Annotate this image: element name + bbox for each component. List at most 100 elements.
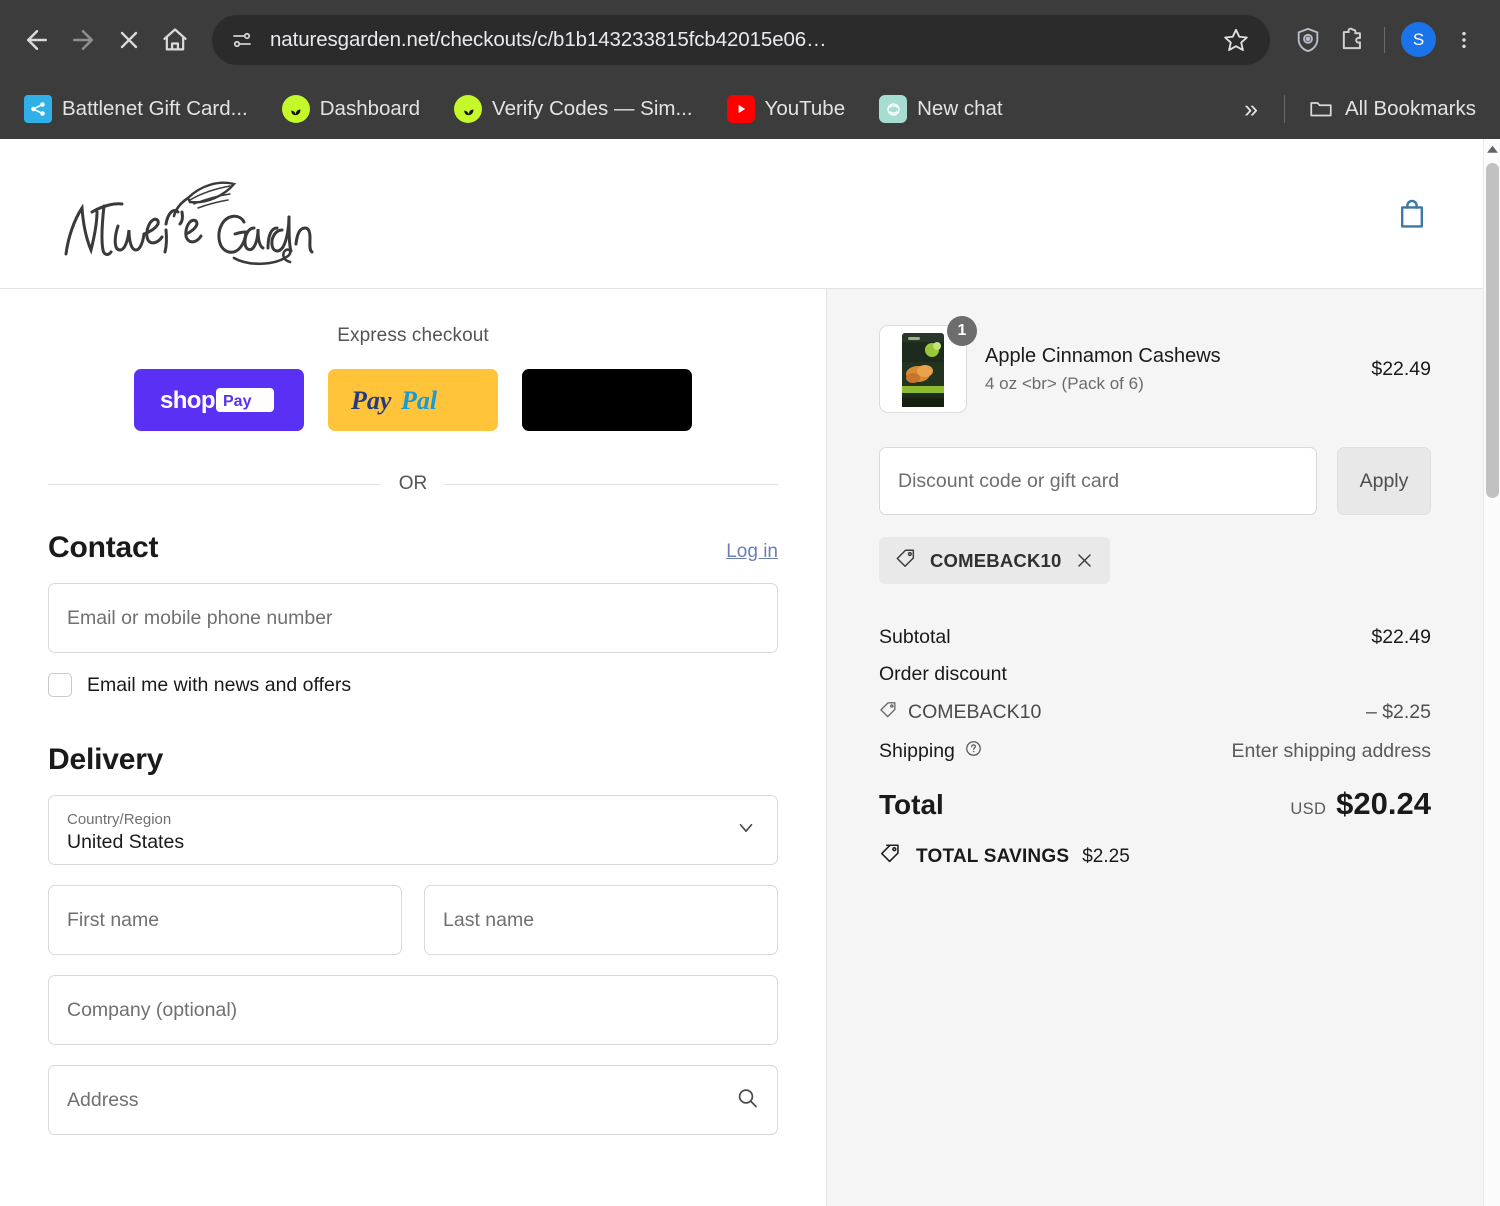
bookmark-button[interactable] (1216, 20, 1256, 60)
home-button[interactable] (152, 17, 198, 63)
total-savings-label: TOTAL SAVINGS (916, 845, 1070, 867)
star-outline-icon (1224, 28, 1248, 51)
url-text[interactable]: naturesgarden.net/checkouts/c/b1b1432338… (270, 28, 1216, 52)
company-placeholder: Company (optional) (67, 998, 238, 1021)
svg-text:Pay: Pay (350, 386, 392, 415)
play-triangle-icon (738, 104, 745, 114)
site-settings-button[interactable] (222, 20, 262, 60)
contact-title: Contact (48, 531, 159, 564)
country-region-label: Country/Region (67, 811, 172, 829)
sprout-icon (463, 109, 473, 115)
shield-extension-button[interactable] (1286, 18, 1330, 62)
cart-button[interactable] (1389, 191, 1435, 237)
line-item-variant: 4 oz <br> (Pack of 6) (985, 373, 1144, 393)
email-field[interactable]: Email or mobile phone number (48, 583, 778, 653)
remove-discount-button[interactable] (1075, 551, 1094, 570)
quantity-badge: 1 (947, 316, 977, 346)
line-item-info: Apple Cinnamon Cashews 4 oz <br> (Pack o… (985, 345, 1353, 394)
extensions-button[interactable] (1330, 18, 1374, 62)
newsletter-label: Email me with news and offers (87, 673, 352, 696)
total-value-wrap: USD $20.24 (1290, 786, 1431, 822)
profile-avatar[interactable]: S (1401, 22, 1436, 57)
double-tag-icon (879, 842, 903, 871)
shipping-label-wrap: Shipping (879, 739, 983, 764)
newsletter-checkbox[interactable] (48, 673, 72, 697)
order-discount-label: Order discount (879, 663, 1007, 685)
omnibox[interactable]: naturesgarden.net/checkouts/c/b1b1432338… (212, 14, 1270, 65)
bookmark-label: Verify Codes — Sim... (492, 97, 693, 120)
country-region-value: United States (67, 831, 185, 854)
express-checkout-title: Express checkout (337, 325, 489, 346)
scrollbar-thumb[interactable] (1486, 163, 1499, 498)
all-bookmarks-button[interactable]: All Bookmarks (1297, 89, 1486, 129)
company-field[interactable]: Company (optional) (48, 975, 778, 1045)
folder-outline-icon (1310, 102, 1332, 117)
total-row: Total USD $20.24 (879, 786, 1431, 822)
svg-text:shop: shop (160, 387, 215, 414)
order-line-item: 1 Apple Cinnamon Cashews 4 oz <br> (Pack… (879, 316, 1431, 413)
discount-code-value: – $2.25 (1365, 701, 1431, 723)
store-logo[interactable] (48, 159, 338, 269)
bookmark-item-verify-codes[interactable]: Verify Codes — Sim... (444, 89, 703, 129)
tag-icon (879, 700, 898, 725)
discount-code-input[interactable]: Discount code or gift card (879, 447, 1317, 515)
line-item-price: $22.49 (1371, 357, 1431, 380)
scrollbar-track[interactable] (1484, 159, 1500, 1206)
discount-code-row: COMEBACK10 – $2.25 (879, 700, 1431, 725)
page-scrollbar[interactable] (1483, 139, 1500, 1206)
first-name-field[interactable]: First name (48, 885, 402, 955)
back-button[interactable] (14, 17, 60, 63)
address-field[interactable]: Address (48, 1065, 778, 1135)
openai-swirl-icon (886, 102, 900, 116)
shop-pay-button[interactable]: shop Pay (134, 369, 304, 431)
battlenet-favicon (24, 95, 52, 123)
discount-chip-label: COMEBACK10 (930, 549, 1062, 571)
question-circle-icon[interactable] (964, 739, 983, 764)
shipping-text: Shipping (879, 740, 955, 762)
three-dot-menu-icon (1462, 31, 1466, 48)
green-circle-favicon (281, 95, 310, 123)
bookmarks-overflow-button[interactable]: » (1230, 95, 1272, 124)
log-in-link[interactable]: Log in (726, 541, 778, 563)
sprout-icon (291, 109, 301, 115)
close-x-icon (1077, 554, 1091, 567)
tag-icon (895, 547, 917, 574)
chrome-menu-button[interactable] (1442, 18, 1486, 62)
or-line-right (445, 483, 778, 485)
chevron-down-icon (735, 817, 757, 844)
bookmark-item-battlenet[interactable]: Battlenet Gift Card... (14, 89, 258, 129)
scroll-up-button[interactable] (1484, 139, 1500, 159)
line-item-title: Apple Cinnamon Cashews (985, 344, 1221, 367)
stop-button[interactable] (106, 17, 152, 63)
or-label: OR (398, 473, 428, 494)
grand-total: $20.24 (1336, 786, 1431, 821)
folder-icon (1307, 95, 1335, 123)
bookmark-item-dashboard[interactable]: Dashboard (272, 89, 430, 129)
subtotal-row: Subtotal $22.49 (879, 626, 1431, 649)
arrow-right-icon (73, 29, 93, 50)
site-header (0, 139, 1483, 289)
shopping-bag-icon (1401, 199, 1423, 228)
forward-button[interactable] (60, 17, 106, 63)
paypal-button[interactable]: Pay Pal (328, 369, 498, 431)
green-circle-favicon (454, 95, 483, 123)
last-name-field[interactable]: Last name (424, 885, 778, 955)
discount-code-label-wrap: COMEBACK10 (879, 700, 1041, 725)
bookmark-item-youtube[interactable]: YouTube (717, 89, 856, 129)
other-express-button[interactable] (522, 369, 692, 431)
apply-discount-button[interactable]: Apply (1337, 447, 1431, 515)
order-totals: Subtotal $22.49 Order discount COMEBACK1… (879, 626, 1431, 871)
last-name-placeholder: Last name (443, 908, 535, 931)
checkout-page: Express checkout shop Pay Pay Pal OR Con… (0, 139, 1483, 1206)
newsletter-row[interactable]: Email me with news and offers (48, 673, 778, 697)
delivery-section-header: Delivery (48, 743, 778, 777)
browser-toolbar: naturesgarden.net/checkouts/c/b1b1432338… (0, 0, 1500, 79)
chevron-up-icon (1487, 145, 1498, 153)
bookmark-item-new-chat[interactable]: New chat (869, 89, 1012, 129)
country-region-select[interactable]: Country/Region United States (48, 795, 778, 865)
page-viewport: Express checkout shop Pay Pay Pal OR Con… (0, 139, 1500, 1206)
apple-cinnamon-cashews-pouch (902, 333, 944, 407)
extensions-puzzle-icon (1342, 27, 1361, 49)
search-icon[interactable] (735, 1086, 759, 1115)
order-discount-row: Order discount (879, 663, 1431, 686)
